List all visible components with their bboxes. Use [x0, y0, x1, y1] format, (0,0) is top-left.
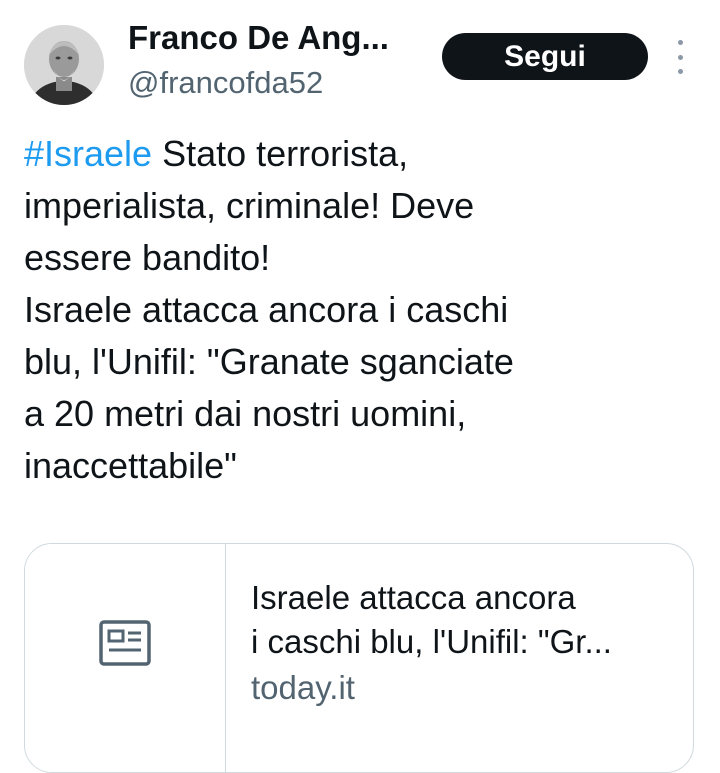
portrait-image — [24, 25, 104, 105]
tweet-text: #Israele Stato terrorista, imperialista,… — [24, 128, 694, 492]
link-card-title: i caschi blu, l'Unifil: "Gr... — [251, 623, 612, 660]
avatar[interactable] — [24, 25, 104, 105]
link-card-title: Israele attacca ancora — [251, 579, 576, 616]
more-dot — [677, 54, 683, 60]
author-display-name[interactable]: Franco De Ang... — [128, 18, 389, 58]
tweet-line: essere bandito! — [24, 237, 271, 278]
tweet-line: #Israele Stato terrorista, — [24, 128, 694, 180]
tweet-line: inaccettabile" — [24, 445, 237, 486]
link-preview-card[interactable]: Israele attacca ancora i caschi blu, l'U… — [24, 543, 694, 773]
author-handle[interactable]: @francofda52 — [128, 63, 323, 103]
link-card-thumbnail — [25, 544, 226, 772]
more-dot — [677, 40, 683, 45]
tweet-line: a 20 metri dai nostri uomini, — [24, 393, 467, 434]
tweet-line: Israele attacca ancora i caschi — [24, 289, 509, 330]
link-card-text: Israele attacca ancora i caschi blu, l'U… — [251, 576, 681, 712]
follow-button[interactable]: Segui — [442, 33, 648, 80]
hashtag-link[interactable]: #Israele — [24, 133, 152, 174]
more-options-icon[interactable] — [670, 40, 690, 74]
news-article-icon — [99, 620, 151, 666]
tweet-line-text: Stato terrorista, — [152, 133, 409, 174]
more-dot — [677, 69, 683, 74]
link-card-domain: today.it — [251, 669, 355, 706]
tweet-line: blu, l'Unifil: "Granate sganciate — [24, 341, 514, 382]
follow-button-label: Segui — [504, 39, 586, 73]
tweet-line: imperialista, criminale! Deve — [24, 185, 475, 226]
